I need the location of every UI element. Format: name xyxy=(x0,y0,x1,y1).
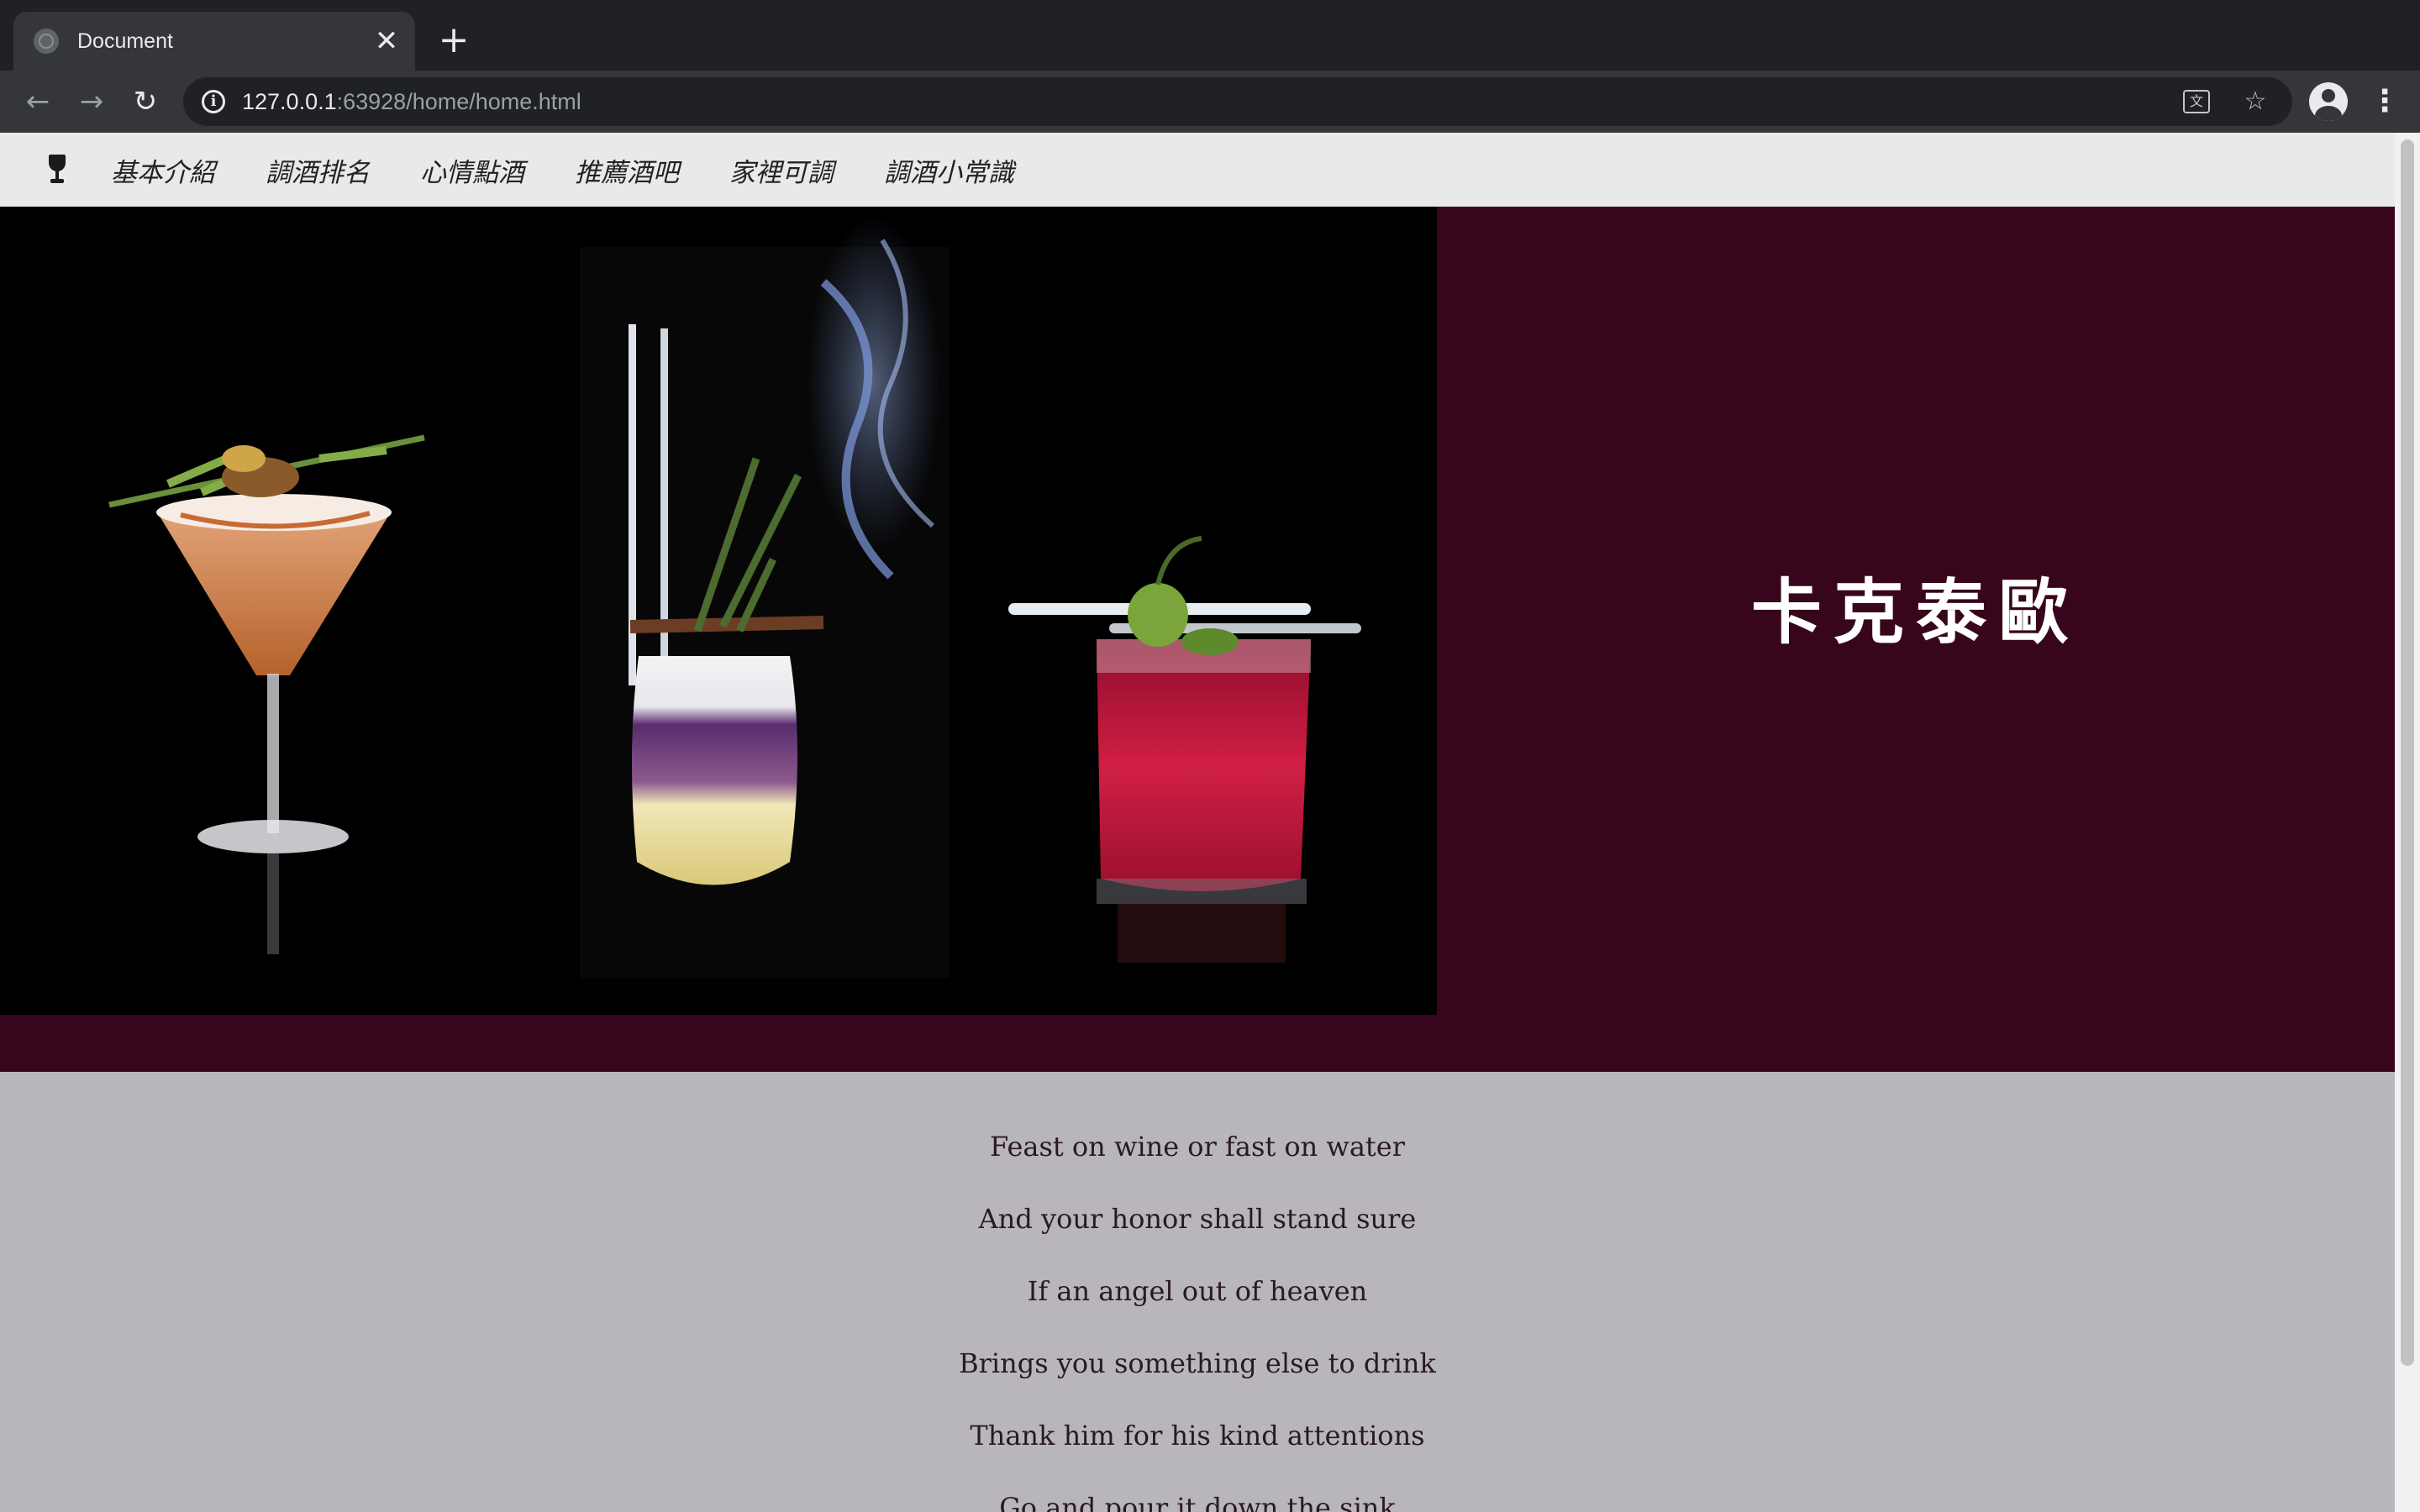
nav-link-bars[interactable]: 推薦酒吧 xyxy=(575,151,679,189)
nav-link-home-mix[interactable]: 家裡可調 xyxy=(729,151,834,189)
hero-title: 卡克泰歐 xyxy=(1750,570,2081,654)
translate-icon[interactable]: 文 xyxy=(2183,90,2210,113)
poem-line: And your honor shall stand sure xyxy=(978,1203,1417,1235)
forward-button[interactable]: → xyxy=(72,82,111,121)
url-text[interactable]: 127.0.0.1:63928/home/home.html xyxy=(242,89,2183,115)
globe-icon xyxy=(34,29,59,54)
browser-tabstrip: Document ✕ + xyxy=(0,0,2420,71)
address-bar[interactable]: i 127.0.0.1:63928/home/home.html 文 ☆ xyxy=(183,77,2292,126)
back-button[interactable]: ← xyxy=(18,82,57,121)
reload-button[interactable]: ↻ xyxy=(126,82,165,121)
poem-line: Go and pour it down the sink xyxy=(999,1492,1396,1512)
new-tab-button[interactable]: + xyxy=(435,22,472,59)
nav-link-ranking[interactable]: 調酒排名 xyxy=(266,151,370,189)
star-icon[interactable]: ☆ xyxy=(2238,85,2272,118)
poem-line: Feast on wine or fast on water xyxy=(989,1131,1406,1163)
page-viewport: 基本介紹 調酒排名 心情點酒 推薦酒吧 家裡可調 調酒小常識 卡克泰歐 Feas… xyxy=(0,133,2395,1512)
page-scrollbar[interactable] xyxy=(2395,133,2420,1512)
poem-line: Brings you something else to drink xyxy=(959,1347,1436,1379)
url-host: 127.0.0.1 xyxy=(242,88,337,114)
url-path: :63928/home/home.html xyxy=(336,88,581,114)
account-icon[interactable] xyxy=(2309,82,2348,121)
close-tab-icon[interactable]: ✕ xyxy=(370,24,403,58)
poem-line: Thank him for his kind attentions xyxy=(970,1420,1425,1452)
nav-link-intro[interactable]: 基本介紹 xyxy=(111,151,215,189)
nav-link-tips[interactable]: 調酒小常識 xyxy=(884,151,1014,189)
poem-line: If an angel out of heaven xyxy=(1027,1275,1368,1307)
tab-title: Document xyxy=(77,29,173,53)
site-navbar: 基本介紹 調酒排名 心情點酒 推薦酒吧 家裡可調 調酒小常識 xyxy=(0,133,2395,207)
nav-link-mood[interactable]: 心情點酒 xyxy=(420,151,524,189)
wine-glass-icon[interactable] xyxy=(47,155,67,185)
browser-toolbar: ← → ↻ i 127.0.0.1:63928/home/home.html 文… xyxy=(0,71,2420,133)
menu-icon[interactable]: ⋮ xyxy=(2368,82,2402,121)
poem-section: Feast on wine or fast on water And your … xyxy=(0,1072,2395,1512)
info-icon[interactable]: i xyxy=(202,90,225,113)
browser-tab-active[interactable]: Document ✕ xyxy=(13,12,415,71)
cocktail-photo xyxy=(0,207,1437,1015)
hero-banner: 卡克泰歐 xyxy=(0,207,2395,1072)
scrollbar-thumb[interactable] xyxy=(2401,139,2414,1366)
